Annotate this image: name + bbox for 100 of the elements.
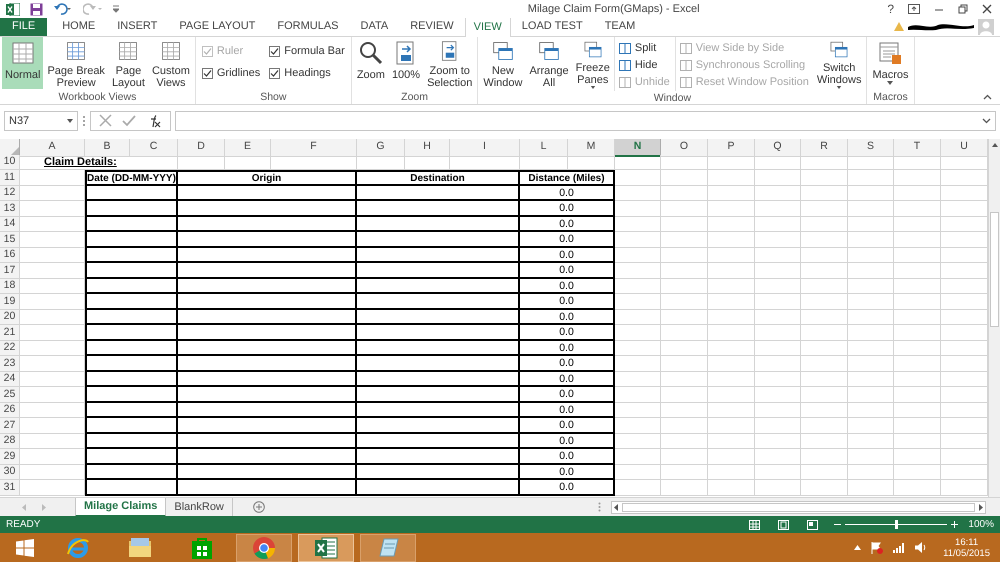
spreadsheet-cell[interactable]	[848, 340, 894, 356]
spreadsheet-cell[interactable]	[755, 434, 801, 450]
spreadsheet-cell[interactable]	[615, 418, 661, 434]
spreadsheet-cell[interactable]	[20, 201, 85, 217]
close-icon[interactable]	[982, 4, 992, 14]
spreadsheet-cell[interactable]	[661, 434, 708, 450]
spreadsheet-cell[interactable]	[615, 402, 661, 418]
spreadsheet-cell[interactable]	[708, 248, 755, 264]
spreadsheet-cell[interactable]	[615, 387, 661, 403]
spreadsheet-cell[interactable]	[848, 201, 894, 217]
spreadsheet-cell[interactable]	[755, 216, 801, 232]
column-header[interactable]: B	[85, 138, 130, 157]
spreadsheet-cell[interactable]	[755, 294, 801, 310]
spreadsheet-cell[interactable]	[661, 325, 708, 341]
spreadsheet-cell[interactable]	[801, 186, 848, 202]
spreadsheet-cell[interactable]	[755, 232, 801, 248]
ribbon-tab[interactable]: LOAD TEST	[510, 17, 594, 36]
spreadsheet-cell[interactable]	[894, 263, 941, 279]
spreadsheet-cell[interactable]	[405, 154, 450, 170]
cancel-icon[interactable]	[99, 114, 112, 128]
spreadsheet-cell[interactable]	[801, 340, 848, 356]
spreadsheet-cell[interactable]	[848, 248, 894, 264]
spreadsheet-cell[interactable]	[848, 232, 894, 248]
page-break-view-icon[interactable]	[807, 520, 818, 530]
column-header[interactable]: S	[848, 138, 894, 157]
spreadsheet-cell[interactable]	[708, 480, 755, 496]
spreadsheet-cell[interactable]	[848, 464, 894, 480]
taskbar-button[interactable]	[298, 534, 354, 562]
spreadsheet-cell[interactable]	[661, 480, 708, 496]
spreadsheet-cell[interactable]	[801, 449, 848, 465]
spreadsheet-cell[interactable]	[894, 340, 941, 356]
spreadsheet-cell[interactable]	[848, 372, 894, 388]
spreadsheet-cell[interactable]	[615, 480, 661, 496]
spreadsheet-cell[interactable]	[848, 325, 894, 341]
name-box[interactable]: N37	[4, 110, 78, 131]
ribbon-small-button[interactable]: Split	[618, 40, 670, 57]
row-header[interactable]: 10	[0, 154, 20, 170]
spreadsheet-cell[interactable]	[708, 464, 755, 480]
enter-check-icon[interactable]	[122, 114, 136, 127]
column-header[interactable]: Q	[755, 138, 801, 157]
spreadsheet-cell[interactable]	[801, 387, 848, 403]
column-header[interactable]: T	[894, 138, 941, 157]
row-header[interactable]: 22	[0, 340, 20, 356]
spreadsheet-cell[interactable]	[755, 186, 801, 202]
spreadsheet-cell[interactable]	[801, 263, 848, 279]
taskbar-button[interactable]	[360, 534, 416, 562]
spreadsheet-cell[interactable]	[661, 356, 708, 372]
spreadsheet-cell[interactable]	[894, 480, 941, 496]
ribbon-button[interactable]: Normal	[2, 37, 44, 89]
spreadsheet-cell[interactable]	[708, 263, 755, 279]
spreadsheet-cell[interactable]	[848, 434, 894, 450]
spreadsheet-cell[interactable]	[661, 232, 708, 248]
spreadsheet-cell[interactable]	[801, 248, 848, 264]
ribbon-tab[interactable]: DATA	[350, 17, 400, 36]
spreadsheet-cell[interactable]	[20, 402, 85, 418]
spreadsheet-cell[interactable]	[755, 402, 801, 418]
spreadsheet-cell[interactable]	[615, 449, 661, 465]
next-sheet-icon[interactable]	[41, 504, 46, 511]
spreadsheet-cell[interactable]	[20, 356, 85, 372]
spreadsheet-cell[interactable]	[20, 248, 85, 264]
undo-icon[interactable]	[53, 3, 73, 15]
ribbon-button[interactable]: Zoom to Selection	[424, 37, 476, 89]
spreadsheet-cell[interactable]	[708, 340, 755, 356]
spreadsheet-cell[interactable]	[708, 325, 755, 341]
speaker-icon[interactable]	[915, 542, 928, 554]
spreadsheet-cell[interactable]	[755, 480, 801, 496]
save-icon[interactable]	[30, 2, 43, 16]
scroll-left-icon[interactable]	[614, 504, 619, 511]
spreadsheet-cell[interactable]	[894, 464, 941, 480]
row-header[interactable]: 28	[0, 434, 20, 450]
column-header[interactable]: M	[568, 138, 615, 157]
spreadsheet-cell[interactable]	[661, 387, 708, 403]
ribbon-button[interactable]: New Window	[480, 37, 526, 89]
spreadsheet-cell[interactable]	[615, 248, 661, 264]
spreadsheet-cell[interactable]	[225, 154, 271, 170]
spreadsheet-cell[interactable]	[661, 248, 708, 264]
column-header[interactable]: O	[661, 138, 708, 157]
spreadsheet-cell[interactable]	[801, 278, 848, 294]
spreadsheet-cell[interactable]	[615, 216, 661, 232]
checkbox[interactable]	[269, 46, 280, 56]
spreadsheet-cell[interactable]	[894, 449, 941, 465]
spreadsheet-cell[interactable]	[708, 372, 755, 388]
spreadsheet-cell[interactable]	[661, 464, 708, 480]
spreadsheet-cell[interactable]	[708, 170, 755, 186]
spreadsheet-cell[interactable]	[801, 325, 848, 341]
column-header[interactable]: R	[801, 138, 848, 157]
spreadsheet-cell[interactable]	[755, 310, 801, 326]
spreadsheet-cell[interactable]	[661, 294, 708, 310]
taskbar-clock[interactable]: 16:11 11/05/2015	[937, 536, 996, 559]
spreadsheet-cell[interactable]	[661, 310, 708, 326]
row-header[interactable]: 19	[0, 294, 20, 310]
spreadsheet-cell[interactable]	[20, 464, 85, 480]
row-header[interactable]: 24	[0, 372, 20, 388]
ribbon-button[interactable]: Zoom	[354, 37, 388, 89]
spreadsheet-cell[interactable]	[271, 154, 357, 170]
spreadsheet-cell[interactable]	[20, 449, 85, 465]
ribbon-button[interactable]: Arrange All	[526, 37, 572, 89]
row-header[interactable]: 16	[0, 248, 20, 264]
spreadsheet-cell[interactable]	[801, 434, 848, 450]
row-header[interactable]: 25	[0, 387, 20, 403]
